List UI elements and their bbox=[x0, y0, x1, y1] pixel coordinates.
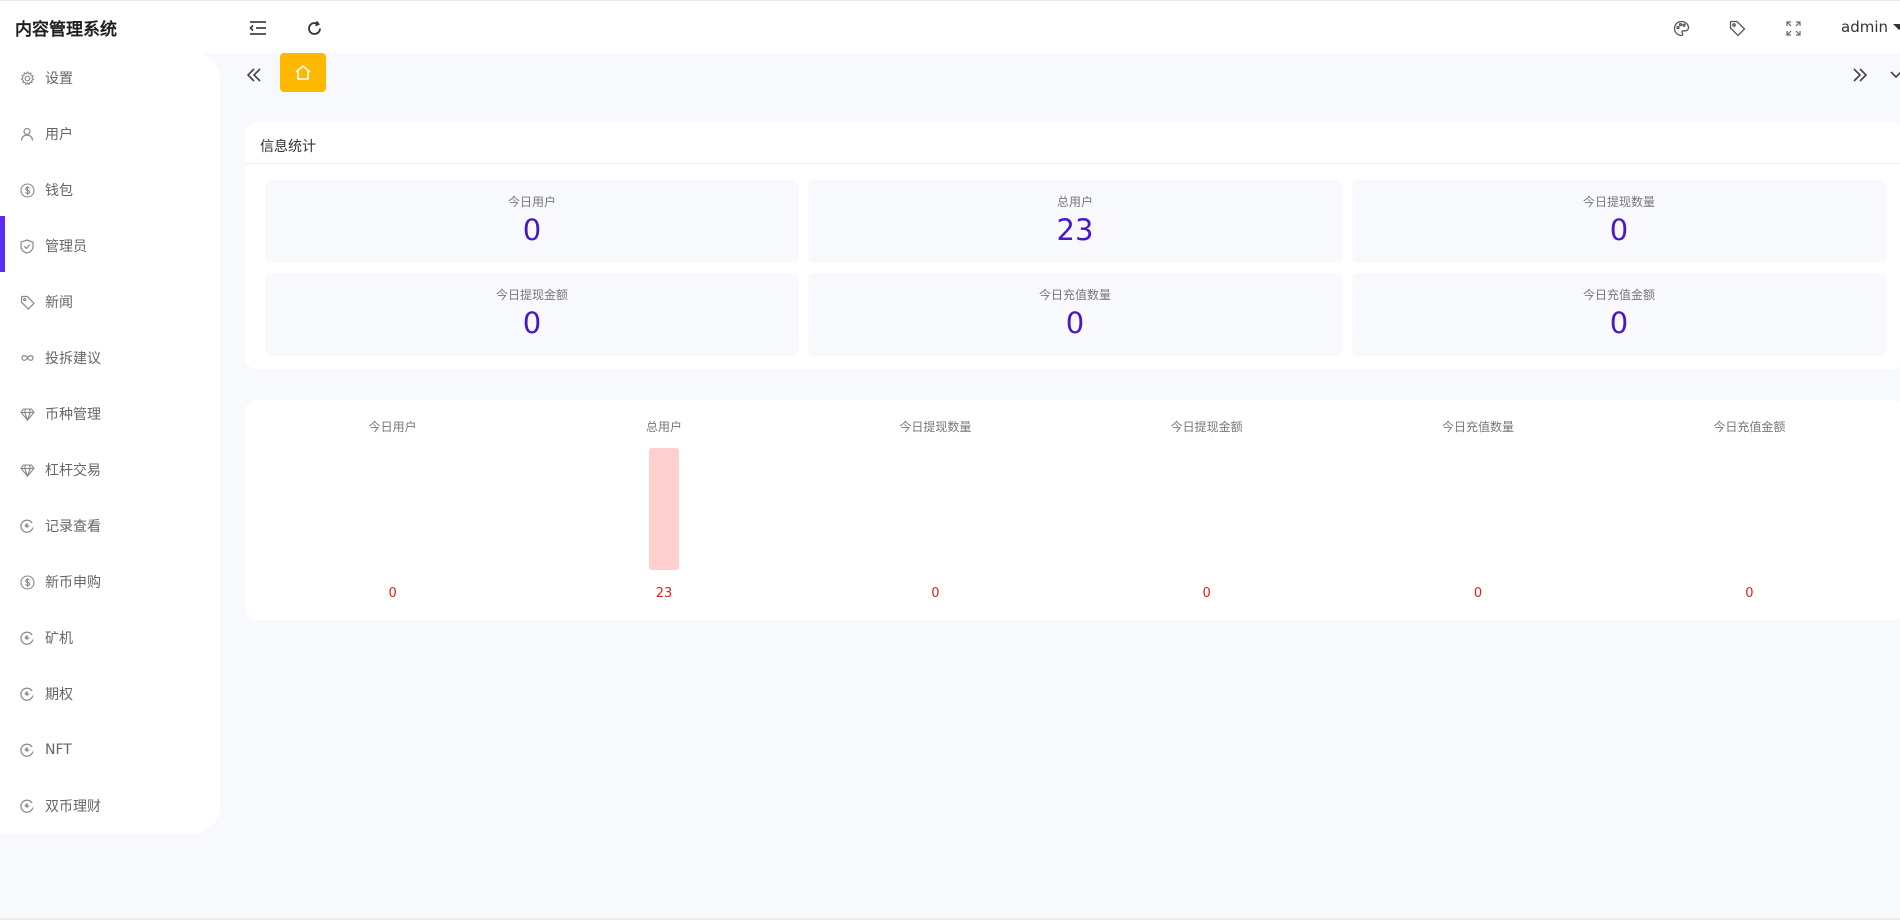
sidebar-item-label: 币种管理 bbox=[45, 407, 101, 423]
sidebar-item-label: 记录查看 bbox=[45, 519, 101, 535]
stat-label: 今日提现数量 bbox=[1582, 195, 1655, 209]
chart-card: 今日用户 0 总用户 23 今日提现数量 0 今日提现金额 0 今日充值数量 0 今日充值金额 0 bbox=[245, 400, 1900, 620]
stat-today-withdraw-amount: 今日提现金额 0 bbox=[265, 273, 799, 356]
chart-data-label: 0 bbox=[1202, 586, 1211, 601]
infinity-icon bbox=[19, 350, 35, 366]
tabs-row bbox=[220, 53, 1900, 103]
sidebar-item-miner[interactable]: 矿机 bbox=[0, 618, 220, 658]
stat-label: 今日提现金额 bbox=[495, 288, 568, 302]
chart-category-label: 今日充值金额 bbox=[1713, 420, 1786, 434]
dollar-icon bbox=[19, 182, 35, 198]
stat-value: 0 bbox=[1609, 306, 1629, 340]
chart-data-label: 0 bbox=[388, 586, 397, 601]
sidebar-item-options[interactable]: 期权 bbox=[0, 674, 220, 714]
sidebar-item-users[interactable]: 用户 bbox=[0, 114, 220, 154]
chart-category-label: 今日提现金额 bbox=[1170, 420, 1243, 434]
gear-icon bbox=[19, 70, 35, 86]
top-bar: 内容管理系统 admin bbox=[0, 0, 1900, 53]
sidebar-item-label: 设置 bbox=[45, 71, 73, 87]
tabs-scroll-right-icon[interactable] bbox=[1848, 61, 1872, 89]
sidebar-item-label: 投拆建议 bbox=[45, 351, 101, 367]
chart-category-label: 总用户 bbox=[645, 420, 682, 434]
sidebar-item-label: 管理员 bbox=[45, 239, 87, 255]
sidebar-item-admins[interactable]: 管理员 bbox=[0, 226, 220, 266]
stat-value: 0 bbox=[1065, 306, 1085, 340]
stat-value: 23 bbox=[1056, 213, 1094, 247]
stat-value: 0 bbox=[522, 306, 542, 340]
dollar-icon bbox=[19, 574, 35, 590]
chart-data-label: 0 bbox=[1745, 586, 1754, 601]
circle-arrow-icon bbox=[19, 518, 35, 534]
sidebar-item-label: 用户 bbox=[45, 127, 73, 143]
tabs-menu-chevron-down-icon[interactable] bbox=[1884, 61, 1900, 89]
sidebar-item-settings[interactable]: 设置 bbox=[0, 58, 220, 98]
fullscreen-icon[interactable] bbox=[1782, 17, 1804, 39]
theme-palette-icon[interactable] bbox=[1670, 17, 1692, 39]
user-icon bbox=[19, 126, 35, 142]
sidebar-item-label: 新币申购 bbox=[45, 575, 101, 591]
refresh-icon[interactable] bbox=[303, 17, 325, 39]
shield-icon bbox=[19, 238, 35, 254]
diamond-icon bbox=[19, 406, 35, 422]
sidebar-item-label: 新闻 bbox=[45, 295, 73, 311]
sidebar-item-complaints[interactable]: 投拆建议 bbox=[0, 338, 220, 378]
sidebar-item-label: 钱包 bbox=[45, 183, 73, 199]
circle-arrow-icon bbox=[19, 630, 35, 646]
sidebar-item-new-coin[interactable]: 新币申购 bbox=[0, 562, 220, 602]
sidebar-item-dual-currency[interactable]: 双币理财 bbox=[0, 786, 220, 826]
sidebar-item-label: 期权 bbox=[45, 687, 73, 703]
menu-collapse-icon[interactable] bbox=[247, 17, 269, 39]
stat-label: 总用户 bbox=[1056, 195, 1093, 209]
tag-icon[interactable] bbox=[1726, 17, 1748, 39]
chart-data-label: 0 bbox=[931, 586, 940, 601]
stat-today-recharge-count: 今日充值数量 0 bbox=[808, 273, 1342, 356]
sidebar: 设置 用户 钱包 管理员 新闻 投拆建议 币种管理 杠杆交易 记录查看 新币申购… bbox=[0, 52, 220, 834]
circle-arrow-icon bbox=[19, 686, 35, 702]
user-menu[interactable]: admin bbox=[1841, 18, 1900, 36]
chart-category-label: 今日用户 bbox=[368, 420, 417, 434]
stats-card: 信息统计 今日用户 0 总用户 23 今日提现数量 0 今日提现金额 0 今日充… bbox=[245, 122, 1900, 369]
circle-arrow-icon bbox=[19, 742, 35, 758]
diamond-icon bbox=[19, 462, 35, 478]
stat-label: 今日用户 bbox=[507, 195, 556, 209]
sidebar-item-currency[interactable]: 币种管理 bbox=[0, 394, 220, 434]
sidebar-item-news[interactable]: 新闻 bbox=[0, 282, 220, 322]
chart-bar bbox=[649, 448, 679, 570]
tab-home[interactable] bbox=[280, 53, 326, 92]
chart-data-label: 0 bbox=[1473, 586, 1483, 601]
stat-today-recharge-amount: 今日充值金额 0 bbox=[1352, 273, 1886, 356]
stat-value: 0 bbox=[1609, 213, 1629, 247]
sidebar-item-records[interactable]: 记录查看 bbox=[0, 506, 220, 546]
tabs-scroll-left-icon[interactable] bbox=[242, 61, 266, 89]
sidebar-item-label: 双币理财 bbox=[45, 799, 101, 815]
stat-value: 0 bbox=[522, 213, 542, 247]
sidebar-item-wallet[interactable]: 钱包 bbox=[0, 170, 220, 210]
sidebar-item-label: 矿机 bbox=[45, 631, 73, 647]
sidebar-item-leverage[interactable]: 杠杆交易 bbox=[0, 450, 220, 490]
stats-card-title: 信息统计 bbox=[245, 122, 1900, 164]
stat-today-withdraw-count: 今日提现数量 0 bbox=[1352, 180, 1886, 263]
stat-total-users: 总用户 23 bbox=[808, 180, 1342, 263]
user-name: admin bbox=[1841, 18, 1888, 36]
chevron-down-icon bbox=[1893, 24, 1900, 30]
chart-category-label: 今日充值数量 bbox=[1441, 420, 1514, 434]
sidebar-item-nft[interactable]: NFT bbox=[0, 730, 220, 770]
stat-label: 今日充值数量 bbox=[1038, 288, 1111, 302]
stat-label: 今日充值金额 bbox=[1582, 288, 1655, 302]
tag-icon bbox=[19, 294, 35, 310]
chart-category-label: 今日提现数量 bbox=[899, 420, 972, 434]
sidebar-item-label: NFT bbox=[45, 742, 72, 758]
stat-today-users: 今日用户 0 bbox=[265, 180, 799, 263]
sidebar-item-label: 杠杆交易 bbox=[45, 463, 101, 479]
app-title: 内容管理系统 bbox=[15, 20, 117, 40]
circle-arrow-icon bbox=[19, 798, 35, 814]
chart-data-label: 23 bbox=[655, 586, 673, 601]
